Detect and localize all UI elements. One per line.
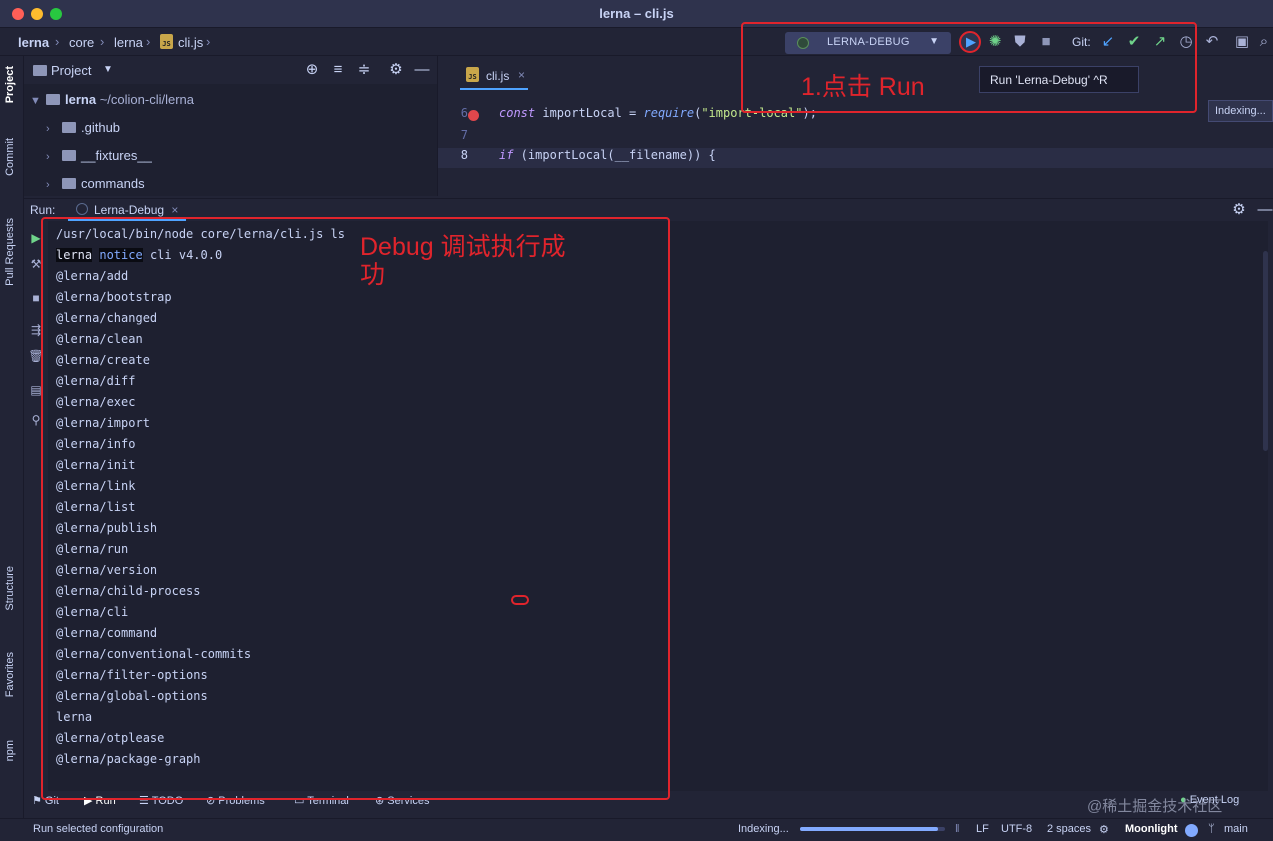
search-icon[interactable]: ⌕ bbox=[1255, 33, 1273, 51]
code-line-current: 8 if (importLocal(__filename)) { bbox=[438, 148, 1273, 168]
collapse-all-icon[interactable]: ≑ bbox=[355, 61, 373, 79]
rollback-icon[interactable]: ↶ bbox=[1203, 33, 1221, 51]
breadcrumb-separator-icon: › bbox=[146, 34, 151, 49]
chevron-right-icon: › bbox=[46, 179, 50, 191]
javascript-file-icon: JS bbox=[160, 34, 173, 49]
gear-icon[interactable]: ⚙ bbox=[1230, 201, 1248, 219]
theme-indicator-icon bbox=[1185, 824, 1198, 837]
annotation-line: 功 bbox=[360, 261, 386, 289]
code-token: importLocal = bbox=[535, 106, 644, 120]
commit-tool-tab[interactable]: Commit bbox=[4, 138, 16, 176]
chevron-down-icon[interactable]: ▼ bbox=[103, 64, 113, 75]
pull-requests-tool-tab[interactable]: Pull Requests bbox=[4, 218, 16, 286]
structure-tool-tab[interactable]: Structure bbox=[4, 566, 16, 611]
breadcrumb-item[interactable]: core bbox=[69, 35, 94, 50]
presentation-mode-icon[interactable]: ▣ bbox=[1233, 33, 1251, 51]
folder-icon bbox=[62, 150, 76, 161]
folder-icon bbox=[62, 178, 76, 189]
npm-tool-tab[interactable]: npm bbox=[4, 740, 16, 761]
breadcrumb-separator-icon: › bbox=[206, 34, 211, 49]
git-branch[interactable]: main bbox=[1224, 823, 1248, 835]
breadcrumb-separator-icon: › bbox=[55, 34, 60, 49]
favorites-tool-tab[interactable]: Favorites bbox=[4, 652, 16, 697]
javascript-file-icon: JS bbox=[466, 67, 479, 82]
chevron-right-icon: › bbox=[46, 123, 50, 135]
pause-icon[interactable]: ‖ bbox=[955, 823, 960, 835]
code-keyword: const bbox=[499, 106, 536, 120]
line-separator[interactable]: LF bbox=[976, 823, 989, 835]
project-tool-tab[interactable]: Project bbox=[4, 66, 16, 103]
line-number: 7 bbox=[460, 128, 468, 142]
tree-root-path: ~/colion-cli/lerna bbox=[99, 92, 194, 107]
gear-icon[interactable]: ⚙ bbox=[387, 61, 405, 79]
close-icon[interactable]: × bbox=[518, 68, 525, 82]
line-number: 8 bbox=[460, 148, 468, 162]
chevron-right-icon: › bbox=[46, 151, 50, 163]
run-panel-label: Run: bbox=[30, 203, 56, 217]
indexing-progress-bar bbox=[800, 827, 945, 831]
scrollbar[interactable] bbox=[1263, 251, 1268, 451]
progress-fill bbox=[800, 827, 938, 831]
indexing-popup: Indexing... bbox=[1208, 100, 1273, 122]
project-view-icon bbox=[33, 65, 47, 76]
annotation-box-console bbox=[41, 217, 670, 800]
editor-tab[interactable]: JS cli.js × bbox=[460, 64, 528, 90]
code-text: if (importLocal(__filename)) { bbox=[499, 148, 716, 162]
tree-root-name: lerna bbox=[65, 92, 97, 107]
watermark: @稀土掘金技术社区 bbox=[1087, 798, 1223, 815]
code-line: 7 bbox=[438, 128, 1273, 148]
theme-name[interactable]: Moonlight bbox=[1125, 823, 1178, 835]
annotation-debug-text: Debug 调试执行成 功 bbox=[360, 233, 566, 289]
branch-icon: ᛘ bbox=[1208, 823, 1215, 835]
code-keyword: if bbox=[499, 148, 514, 162]
tree-item-label: .github bbox=[81, 120, 121, 135]
chevron-down-icon: ▼ bbox=[30, 95, 41, 107]
folder-icon bbox=[62, 122, 76, 133]
nodejs-icon bbox=[76, 203, 88, 215]
hide-panel-icon[interactable]: — bbox=[1256, 201, 1273, 219]
tree-root[interactable]: ▼ lerna ~/colion-cli/lerna bbox=[30, 92, 194, 112]
window-title: lerna – cli.js bbox=[599, 6, 674, 21]
expand-all-icon[interactable]: ≡ bbox=[329, 61, 347, 79]
code-token: (importLocal(__filename)) { bbox=[513, 148, 716, 162]
folder-icon bbox=[46, 94, 60, 105]
breakpoint-icon[interactable] bbox=[468, 110, 479, 121]
settings-icon[interactable]: ⚙ bbox=[1099, 823, 1109, 836]
tree-item[interactable]: › __fixtures__ bbox=[46, 148, 152, 168]
tree-item[interactable]: › commands bbox=[46, 176, 145, 196]
tree-item-label: commands bbox=[81, 176, 145, 191]
line-number: 6 bbox=[460, 106, 468, 120]
breadcrumb-item[interactable]: lerna bbox=[114, 35, 143, 50]
project-view-title[interactable]: Project bbox=[51, 63, 91, 78]
project-panel: Project ▼ ⊕ ≡ ≑ ⚙ — ▼ lerna ~/colion-cli/… bbox=[24, 56, 437, 196]
annotation-line: Debug 调试执行成 bbox=[360, 233, 566, 261]
status-bar: Run selected configuration Indexing... ‖… bbox=[0, 818, 1273, 841]
hide-panel-icon[interactable]: — bbox=[413, 61, 431, 79]
breadcrumb-item[interactable]: lerna bbox=[18, 35, 49, 50]
project-panel-header: Project ▼ ⊕ ≡ ≑ ⚙ — bbox=[24, 56, 437, 84]
tree-item-label: __fixtures__ bbox=[81, 148, 152, 163]
tree-item[interactable]: › .github bbox=[46, 120, 120, 140]
breadcrumb-separator-icon: › bbox=[100, 34, 105, 49]
editor-tab-label: cli.js bbox=[486, 69, 510, 83]
status-message: Run selected configuration bbox=[33, 823, 164, 835]
ide-window: lerna – cli.js lerna › core › lerna › JS… bbox=[0, 0, 1273, 841]
indent-setting[interactable]: 2 spaces bbox=[1047, 823, 1091, 835]
annotation-cursor-mark bbox=[511, 595, 529, 605]
file-encoding[interactable]: UTF-8 bbox=[1001, 823, 1032, 835]
close-icon[interactable]: × bbox=[171, 203, 178, 217]
left-tool-strip: Project Commit Pull Requests Structure F… bbox=[0, 56, 24, 818]
code-function: require bbox=[643, 106, 695, 120]
run-tab-label: Lerna-Debug bbox=[94, 203, 165, 217]
indexing-status[interactable]: Indexing... bbox=[738, 823, 789, 835]
locate-file-icon[interactable]: ⊕ bbox=[303, 61, 321, 79]
breadcrumb-item[interactable]: cli.js bbox=[178, 35, 203, 50]
annotation-step1-text: 1.点击 Run bbox=[801, 73, 925, 101]
